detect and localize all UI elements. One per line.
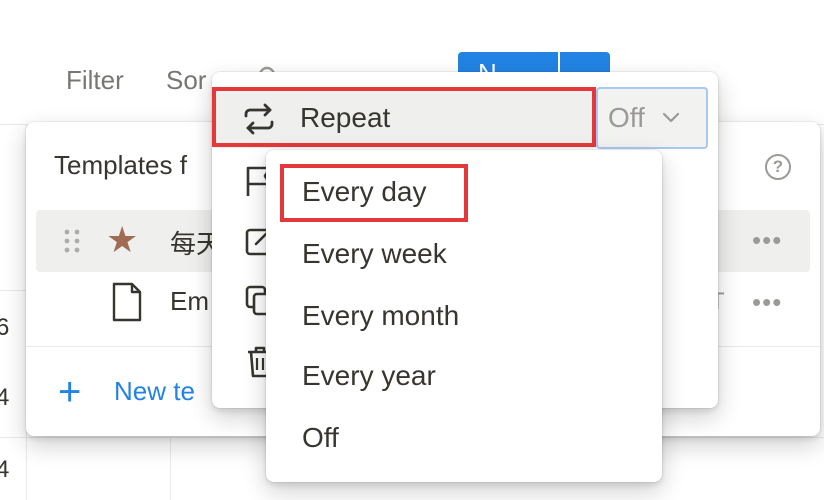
repeat-option-off[interactable]: Off — [302, 422, 339, 454]
plus-icon[interactable]: + — [58, 372, 81, 412]
sort-button[interactable]: Sor — [166, 65, 206, 96]
templates-title: Templates f — [54, 150, 187, 180]
repeat-option-every-week[interactable]: Every week — [302, 238, 447, 270]
repeat-label: Repeat — [300, 102, 391, 133]
row-number: 4 — [0, 456, 10, 483]
filter-button[interactable]: Filter — [66, 65, 124, 96]
help-icon[interactable]: ? — [765, 154, 791, 180]
repeat-icon — [244, 103, 274, 135]
repeat-value: Off — [608, 102, 645, 133]
row-number: 6 — [0, 314, 10, 341]
new-template-button[interactable]: New te — [114, 376, 195, 407]
template-item-label[interactable]: Em — [170, 286, 209, 317]
row-number: 4 — [0, 384, 10, 411]
repeat-option-every-month[interactable]: Every month — [302, 300, 459, 332]
chevron-down-icon — [662, 112, 680, 123]
star-icon: ★ — [106, 219, 139, 260]
more-options-icon[interactable]: ••• — [752, 227, 782, 253]
page-icon — [112, 282, 142, 322]
highlight-box — [280, 164, 468, 222]
repeat-option-every-year[interactable]: Every year — [302, 360, 436, 392]
more-options-icon[interactable]: ••• — [752, 289, 782, 315]
divider — [170, 437, 171, 500]
drag-handle-icon[interactable] — [62, 228, 82, 254]
